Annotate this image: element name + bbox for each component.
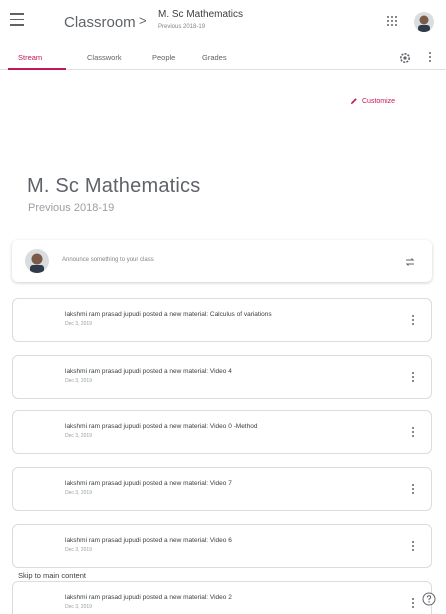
apps-icon[interactable] (387, 16, 397, 26)
skip-to-content-link[interactable]: Skip to main content (18, 571, 86, 580)
post-date: Dec 3, 2019 (65, 433, 92, 439)
post-menu-icon[interactable] (411, 598, 415, 610)
more-options-icon[interactable] (428, 52, 432, 62)
stream-post[interactable]: lakshmi ram prasad jupudi posted a new m… (12, 467, 432, 511)
post-menu-icon[interactable] (411, 541, 415, 553)
tab-classwork[interactable]: Classwork (87, 53, 122, 62)
announce-placeholder: Announce something to your class (62, 257, 154, 263)
class-title: M. Sc Mathematics (158, 9, 244, 20)
post-text: lakshmi ram prasad jupudi posted a new m… (65, 423, 258, 430)
tab-stream[interactable]: Stream (18, 53, 42, 62)
class-section: Previous 2018-19 (158, 24, 206, 30)
course-subtitle: Previous 2018-19 (28, 202, 115, 214)
menu-icon[interactable] (10, 13, 28, 29)
post-text: lakshmi ram prasad jupudi posted a new m… (65, 368, 232, 375)
stream-post[interactable]: lakshmi ram prasad jupudi posted a new m… (12, 524, 432, 568)
post-menu-icon[interactable] (411, 372, 415, 384)
post-date: Dec 3, 2019 (65, 378, 92, 384)
post-menu-icon[interactable] (411, 315, 415, 327)
breadcrumb-separator: > (139, 13, 147, 28)
post-date: Dec 3, 2019 (65, 604, 92, 610)
post-text: lakshmi ram prasad jupudi posted a new m… (65, 537, 232, 544)
stream-post[interactable]: lakshmi ram prasad jupudi posted a new m… (12, 355, 432, 399)
repost-icon[interactable] (404, 255, 416, 267)
top-bar: Classroom > M. Sc Mathematics Previous 2… (0, 0, 446, 44)
tab-bar: Stream Classwork People Grades (0, 44, 446, 70)
post-date: Dec 3, 2019 (65, 321, 92, 327)
app-title[interactable]: Classroom (64, 14, 136, 31)
post-date: Dec 3, 2019 (65, 547, 92, 553)
account-avatar[interactable] (414, 12, 434, 32)
post-text: lakshmi ram prasad jupudi posted a new m… (65, 480, 232, 487)
post-menu-icon[interactable] (411, 484, 415, 496)
stream-post[interactable]: lakshmi ram prasad jupudi posted a new m… (12, 581, 432, 614)
stream-post[interactable]: lakshmi ram prasad jupudi posted a new m… (12, 410, 432, 454)
user-avatar (25, 249, 49, 273)
tab-grades[interactable]: Grades (202, 53, 227, 62)
tab-people[interactable]: People (152, 53, 175, 62)
post-text: lakshmi ram prasad jupudi posted a new m… (65, 594, 232, 601)
pencil-icon (351, 98, 357, 104)
settings-gear-icon[interactable] (399, 51, 411, 63)
post-text: lakshmi ram prasad jupudi posted a new m… (65, 311, 272, 318)
customize-button[interactable]: Customize (350, 97, 395, 105)
announce-box[interactable]: Announce something to your class (12, 240, 432, 282)
post-menu-icon[interactable] (411, 427, 415, 439)
customize-label: Customize (362, 97, 396, 105)
stream-post[interactable]: lakshmi ram prasad jupudi posted a new m… (12, 298, 432, 342)
help-icon[interactable] (422, 592, 436, 606)
active-tab-indicator (8, 68, 66, 70)
course-title: M. Sc Mathematics (27, 175, 201, 197)
post-date: Dec 3, 2019 (65, 490, 92, 496)
